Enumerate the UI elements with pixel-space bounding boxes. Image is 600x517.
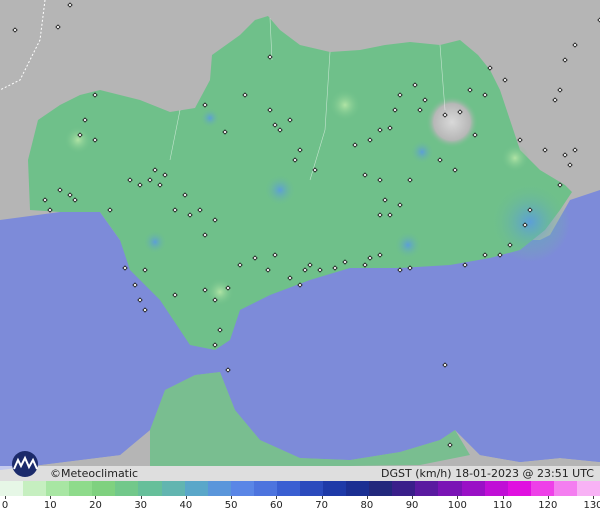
legend-swatch (530, 481, 554, 496)
legend-tick-label: 110 (492, 500, 513, 511)
legend-swatch (392, 481, 416, 496)
gust-spot-almeria (490, 182, 570, 262)
legend-tick-mark (140, 496, 142, 499)
legend-swatch (300, 481, 324, 496)
legend-swatch (207, 481, 231, 496)
legend-tick-label: 120 (538, 500, 558, 511)
gust-spot-west (143, 230, 167, 254)
legend-swatch (323, 481, 347, 496)
legend-tick-mark (593, 496, 594, 499)
gust-spot-jaen (410, 140, 434, 164)
legend-ticks: 0 10 20 30 40 50 60 70 80 90 100 110 120 130 (0, 496, 600, 517)
legend-tick-mark (185, 496, 187, 499)
legend-swatch (138, 481, 162, 496)
legend-swatch (23, 481, 47, 496)
light-spot-2 (64, 126, 92, 154)
gust-spot-sevilla (264, 174, 296, 206)
legend-tick-mark (276, 496, 278, 499)
legend-swatch (69, 481, 93, 496)
legend-swatch (253, 481, 277, 496)
legend-swatch (346, 481, 370, 496)
legend-swatch (161, 481, 185, 496)
legend-tick-mark (5, 496, 6, 499)
map-title: DGST (km/h) 18-01-2023 @ 23:51 UTC (381, 467, 594, 480)
legend-color-bar (0, 481, 600, 496)
legend-swatch (484, 481, 508, 496)
legend-swatch (46, 481, 70, 496)
legend-tick-mark (457, 496, 459, 499)
legend-swatch (553, 481, 577, 496)
gust-spot-huelva (200, 108, 220, 128)
legend-swatch (438, 481, 462, 496)
legend-tick-label: 10 (43, 500, 57, 511)
meteoclimatic-logo (12, 451, 38, 477)
map-canvas (0, 0, 600, 481)
calm-spot-sierra (426, 96, 478, 148)
light-spot-1 (329, 89, 361, 121)
legend-tick-label: 130 (583, 500, 600, 511)
legend-tick-mark (50, 496, 52, 499)
legend-tick-label: 20 (89, 500, 102, 511)
legend-swatch (0, 481, 24, 496)
color-legend: 0 10 20 30 40 50 60 70 80 90 100 110 120 130 (0, 481, 600, 517)
legend-tick-label: 50 (224, 500, 238, 511)
map-root: ©Meteoclimatic DGST (km/h) 18-01-2023 @ … (0, 0, 600, 517)
credit-text: ©Meteoclimatic (50, 467, 139, 480)
legend-swatch (115, 481, 139, 496)
legend-tick-mark (547, 496, 549, 499)
legend-tick-label: 60 (270, 500, 283, 511)
legend-tick-label: 80 (360, 500, 374, 511)
legend-swatch (461, 481, 485, 496)
legend-swatch (369, 481, 393, 496)
legend-tick-label: 40 (179, 500, 193, 511)
legend-tick-mark (95, 496, 97, 499)
legend-tick-label: 70 (315, 500, 328, 511)
legend-swatch (92, 481, 116, 496)
light-spot-4 (206, 278, 234, 306)
legend-swatch (576, 481, 600, 496)
legend-tick-label: 30 (134, 500, 148, 511)
legend-swatch (276, 481, 301, 496)
legend-swatch (507, 481, 531, 496)
legend-tick-label: 0 (1, 500, 9, 511)
legend-tick-mark (412, 496, 414, 499)
gust-spot-malaga (394, 231, 422, 259)
light-spot-3 (501, 144, 529, 172)
legend-swatch (415, 481, 439, 496)
legend-swatch (230, 481, 254, 496)
legend-tick-label: 90 (405, 500, 419, 511)
legend-swatch (184, 481, 208, 496)
legend-tick-mark (231, 496, 233, 499)
legend-tick-label: 100 (447, 500, 467, 511)
legend-tick-mark (321, 496, 323, 499)
legend-tick-mark (502, 496, 504, 499)
legend-tick-mark (366, 496, 368, 499)
